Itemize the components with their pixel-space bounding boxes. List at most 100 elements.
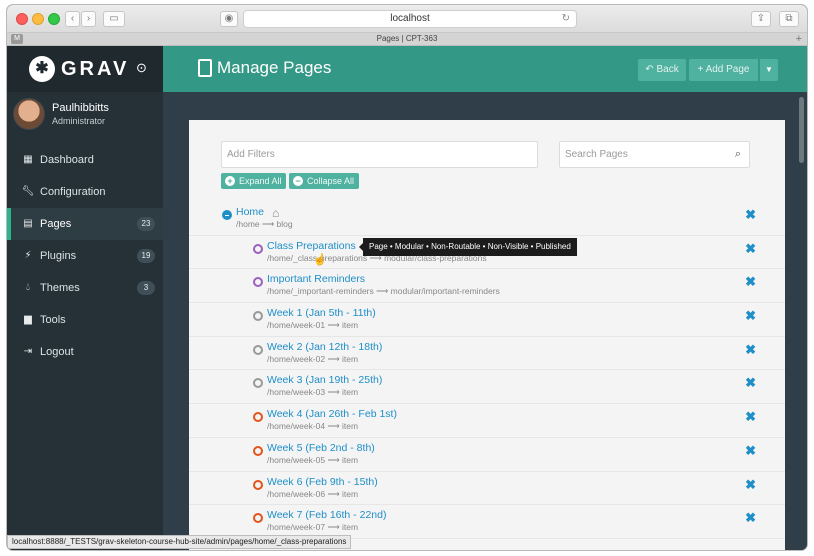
sign-out-icon: ⇥	[23, 346, 33, 357]
add-page-button[interactable]: + Add Page	[689, 59, 758, 81]
page-route: /home/week-02 ⟶ item	[267, 353, 359, 364]
tab-title[interactable]: Pages | CPT-363	[377, 34, 438, 43]
page-title-link[interactable]: Week 3 (Jan 19th - 25th)	[267, 374, 382, 386]
share-icon[interactable]: ⇪	[751, 11, 771, 27]
delete-icon[interactable]: ✖	[745, 207, 756, 223]
collapse-toggle-icon[interactable]	[222, 210, 232, 220]
sidebar-item-logout[interactable]: ⇥ Logout	[7, 336, 163, 368]
table-row: Week 3 (Jan 19th - 25th) /home/week-03 ⟶…	[189, 370, 785, 405]
delete-icon[interactable]: ✖	[745, 409, 756, 425]
page-status-icon	[253, 445, 263, 456]
page-title-link[interactable]: Week 1 (Jan 5th - 11th)	[267, 307, 376, 319]
delete-icon[interactable]: ✖	[745, 274, 756, 290]
reload-icon[interactable]: ↻	[562, 11, 570, 27]
tab-bar: M Pages | CPT-363 +	[7, 33, 807, 46]
delete-icon[interactable]: ✖	[745, 342, 756, 358]
browser-window: ‹ › ▭ ◉ localhost ↻ ⇪ ⧉ M Pages | CPT-36…	[7, 5, 807, 550]
page-title-link[interactable]: Week 2 (Jan 12th - 18th)	[267, 341, 382, 353]
expand-all-label: Expand All	[239, 176, 282, 186]
new-tab-icon[interactable]: +	[796, 33, 802, 45]
chevron-down-icon[interactable]: ▼	[760, 59, 778, 81]
home-icon: ⌂	[272, 206, 280, 220]
sidebar-item-tools[interactable]: ▆ Tools	[7, 304, 163, 336]
sidebar-item-label: Themes	[40, 282, 80, 294]
preview-site-icon[interactable]: ⊙	[136, 60, 147, 76]
page-title-link[interactable]: Class Preparations	[267, 240, 356, 252]
page-status-icon	[253, 479, 263, 490]
sidebar-item-label: Logout	[40, 346, 74, 358]
address-url: localhost	[390, 13, 430, 24]
back-nav-button[interactable]: ‹	[65, 11, 80, 27]
file-icon	[198, 59, 212, 77]
page-title-link[interactable]: Week 7 (Feb 16th - 22nd)	[267, 509, 386, 521]
tabs-overview-icon[interactable]: ⧉	[779, 11, 799, 27]
zoom-window-button[interactable]	[48, 13, 60, 25]
user-role: Administrator	[52, 116, 106, 126]
browser-titlebar: ‹ › ▭ ◉ localhost ↻ ⇪ ⧉	[7, 5, 807, 33]
delete-icon[interactable]: ✖	[745, 375, 756, 391]
plus-circle-icon: +	[225, 176, 235, 186]
sidebar-item-themes[interactable]: 💧︎ Themes 3	[7, 272, 163, 304]
collapse-all-label: Collapse All	[307, 176, 355, 186]
page-title-link[interactable]: Week 4 (Jan 26th - Feb 1st)	[267, 408, 397, 420]
tint-icon: 💧︎	[26, 282, 30, 293]
delete-icon[interactable]: ✖	[745, 510, 756, 526]
table-row: Week 1 (Jan 5th - 11th) /home/week-01 ⟶ …	[189, 303, 785, 337]
add-page-label: Add Page	[705, 64, 750, 75]
collapse-all-button[interactable]: − Collapse All	[289, 173, 359, 189]
sidebar-item-label: Configuration	[40, 186, 106, 198]
page-title-link[interactable]: Week 5 (Feb 2nd - 8th)	[267, 442, 375, 454]
sidebar-item-configuration[interactable]: 🔧︎ Configuration	[7, 176, 163, 208]
back-button[interactable]: ↶ Back	[638, 59, 686, 81]
logo-text[interactable]: GRAV	[61, 56, 129, 82]
sidebar-item-plugins[interactable]: ⚡︎ Plugins 19	[7, 240, 163, 272]
grav-logo-icon[interactable]: ✱	[29, 56, 55, 82]
page-status-icon	[253, 412, 263, 423]
page-route: /home/week-05 ⟶ item	[267, 454, 359, 465]
sidebar-menu: ▦ Dashboard 🔧︎ Configuration ▤ Pages 23 …	[7, 144, 163, 368]
delete-icon[interactable]: ✖	[745, 443, 756, 459]
page-route: /home/_important-reminders ⟶ modular/imp…	[267, 286, 500, 297]
avatar[interactable]	[13, 98, 45, 130]
table-row: Important Reminders /home/_important-rem…	[189, 269, 785, 304]
page-status-icon	[253, 311, 263, 322]
minimize-window-button[interactable]	[32, 13, 44, 25]
themes-count-badge: 3	[137, 281, 155, 295]
plugins-count-badge: 19	[137, 249, 155, 263]
table-row: Home ⌂ /home ⟶ blog ✖	[189, 202, 785, 236]
page-route: /home/week-06 ⟶ item	[267, 488, 359, 499]
table-row: Week 4 (Jan 26th - Feb 1st) /home/week-0…	[189, 404, 785, 438]
sidebar-item-dashboard[interactable]: ▦ Dashboard	[7, 144, 163, 176]
page-title-link[interactable]: Home	[236, 206, 264, 218]
table-row: Week 7 (Feb 16th - 22nd) /home/week-07 ⟶…	[189, 505, 785, 539]
sidebar-item-label: Pages	[40, 218, 72, 230]
page-status-icon	[253, 277, 263, 288]
delete-icon[interactable]: ✖	[745, 477, 756, 493]
search-input[interactable]: Search Pages ⌕	[559, 141, 750, 168]
expand-all-button[interactable]: + Expand All	[221, 173, 286, 189]
page-title-link[interactable]: Week 6 (Feb 9th - 15th)	[267, 476, 378, 488]
scrollbar[interactable]	[799, 97, 804, 163]
close-window-button[interactable]	[16, 13, 28, 25]
file-icon: ▤	[23, 218, 33, 229]
delete-icon[interactable]: ✖	[745, 241, 756, 257]
plug-icon: ⚡︎	[24, 250, 32, 261]
page-route: /home/week-01 ⟶ item	[267, 320, 359, 331]
sidebar-toggle-icon[interactable]: ▭	[103, 11, 125, 27]
logo-bar: ✱ GRAV ⊙	[7, 46, 163, 92]
reader-icon[interactable]: ◉	[220, 11, 238, 27]
forward-nav-button[interactable]: ›	[81, 11, 96, 27]
user-profile[interactable]: Paulhibbitts Administrator	[7, 92, 163, 142]
user-name[interactable]: Paulhibbitts	[52, 102, 109, 114]
sidebar-item-pages[interactable]: ▤ Pages 23	[7, 208, 163, 240]
page-title: Manage Pages	[217, 58, 332, 77]
status-bar: localhost:8888/_TESTS/grav-skeleton-cour…	[7, 535, 352, 549]
sidebar-item-label: Tools	[40, 314, 66, 326]
back-button-label: Back	[656, 64, 679, 75]
address-bar[interactable]: localhost ↻	[243, 10, 577, 28]
page-route: /home/week-04 ⟶ item	[267, 421, 359, 432]
page-title-link[interactable]: Important Reminders	[267, 273, 365, 285]
delete-icon[interactable]: ✖	[745, 308, 756, 324]
filters-input[interactable]: Add Filters	[221, 141, 538, 168]
minus-circle-icon: −	[293, 176, 303, 186]
